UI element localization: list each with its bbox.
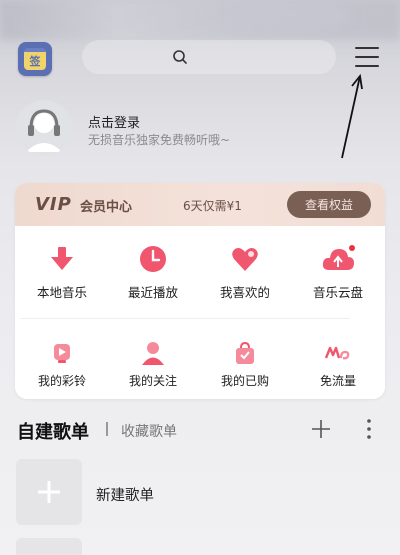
app-shortcut-icon[interactable]: 签: [18, 42, 52, 76]
tab-my-playlists[interactable]: 自建歌单: [17, 418, 89, 444]
search-icon: [173, 50, 187, 64]
shortcut-local-music[interactable]: 本地音乐: [27, 244, 97, 301]
shortcut-label: 我喜欢的: [219, 285, 270, 300]
person-icon: [142, 342, 164, 365]
vip-price-text: 6天仅需¥1: [183, 199, 242, 213]
tab-collected-playlists[interactable]: 收藏歌单: [121, 421, 177, 441]
add-playlist-icon[interactable]: [311, 419, 331, 439]
free-data-icon: [324, 346, 350, 360]
avatar[interactable]: [16, 100, 72, 156]
search-bar[interactable]: [82, 40, 336, 74]
shortcut-label: 我的已购: [220, 374, 269, 388]
background-blur: [230, 0, 350, 30]
new-playlist-label[interactable]: 新建歌单: [96, 484, 154, 505]
shortcut-cloud-disk[interactable]: 音乐云盘: [303, 244, 373, 301]
shortcut-label: 本地音乐: [36, 285, 87, 300]
shortcut-divider: [20, 318, 350, 319]
shortcut-label: 免流量: [319, 374, 356, 388]
default-avatar-icon: [16, 100, 72, 156]
clock-icon: [140, 246, 166, 272]
login-title[interactable]: 点击登录: [88, 112, 140, 131]
more-options-icon[interactable]: [365, 418, 373, 440]
shortcut-label: 最近播放: [127, 285, 178, 300]
tab-separator: [106, 422, 108, 436]
shortcut-recent-play[interactable]: 最近播放: [118, 244, 188, 301]
download-arrow-icon: [51, 247, 73, 270]
annotation-arrow: [341, 73, 363, 159]
heart-icon: [232, 248, 258, 271]
shortcut-label: 我的彩铃: [37, 374, 86, 388]
shopping-bag-icon: [236, 341, 254, 364]
plus-icon: [38, 481, 60, 503]
vip-benefits-button[interactable]: 查看权益: [287, 191, 371, 218]
shortcut-ringtone[interactable]: 我的彩铃: [27, 340, 97, 389]
cloud-upload-icon: [322, 245, 355, 270]
new-playlist-thumbnail[interactable]: [16, 459, 82, 525]
vip-logo: VIP: [35, 194, 72, 215]
shortcut-label: 我的关注: [128, 374, 177, 388]
shortcut-favorites[interactable]: 我喜欢的: [210, 244, 280, 301]
playlist-thumbnail[interactable]: [16, 538, 82, 555]
shortcut-label: 音乐云盘: [312, 285, 363, 300]
bell-icon: [54, 344, 70, 363]
shortcut-free-data[interactable]: 免流量: [303, 340, 373, 389]
vip-center-label: 会员中心: [80, 200, 133, 215]
app-shortcut-glyph: 签: [24, 48, 46, 70]
login-subtitle: 无损音乐独家免费畅听哦~: [88, 133, 231, 147]
hamburger-menu-icon[interactable]: [355, 45, 381, 69]
shortcut-purchased[interactable]: 我的已购: [210, 340, 280, 389]
shortcut-following[interactable]: 我的关注: [118, 340, 188, 389]
vip-bar[interactable]: VIP 会员中心 6天仅需¥1 查看权益: [15, 183, 385, 226]
